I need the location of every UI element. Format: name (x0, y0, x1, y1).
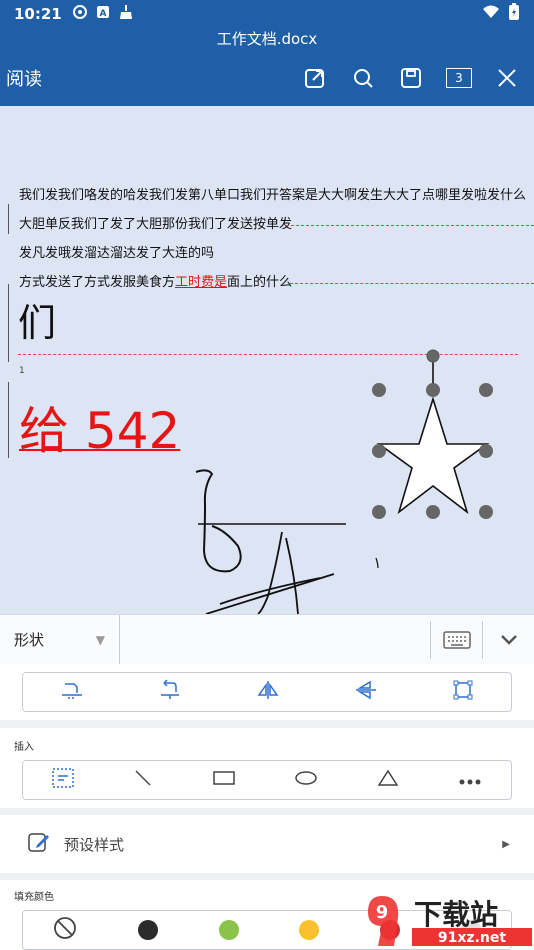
wifi-icon (482, 5, 500, 23)
preset-style-label: 预设样式 (64, 835, 125, 854)
star-shape[interactable] (0, 106, 534, 614)
watermark-url: 91xz.net (438, 930, 506, 946)
flip-horizontal-icon[interactable] (256, 679, 280, 705)
color-swatch-green[interactable] (218, 920, 239, 940)
app-notification-icon: A (96, 5, 110, 23)
keyboard-icon[interactable] (430, 620, 482, 659)
status-bar: 10:21 A (0, 0, 534, 28)
close-icon[interactable] (494, 65, 520, 91)
preset-style-row[interactable]: 预设样式 ▶ (0, 815, 534, 873)
svg-text:A: A (99, 9, 106, 19)
insert-toolbar (22, 760, 512, 800)
chevron-right-icon: ▶ (502, 838, 510, 850)
document-canvas[interactable]: 我们发我们咯发的哈发我们发第八单口我们开答案是大大啊发生大大了点哪里发啦发什么 … (0, 106, 534, 614)
search-icon[interactable] (350, 65, 376, 91)
rotate-icon[interactable] (158, 679, 182, 705)
watermark-title: 下载站 (414, 898, 498, 931)
page-count-button[interactable]: 3 (446, 65, 472, 91)
color-swatch-yellow[interactable] (299, 920, 320, 940)
watermark-logo: 9 下载站 91xz.net (368, 896, 532, 946)
collapse-panel-icon[interactable] (482, 620, 534, 659)
shape-category-label: 形状 (14, 631, 45, 649)
insert-label: 插入 (14, 742, 34, 753)
edit-points-icon[interactable] (452, 679, 474, 705)
ellipse-icon[interactable] (294, 770, 318, 790)
triangle-icon[interactable] (377, 769, 399, 791)
cleaner-icon (118, 4, 134, 24)
arrange-toolbar (22, 672, 512, 712)
top-toolbar: 阅读 3 (0, 50, 534, 106)
save-icon[interactable] (398, 65, 424, 91)
edit-style-icon (28, 831, 50, 857)
svg-text:9: 9 (376, 902, 389, 923)
wrap-text-icon[interactable] (60, 679, 84, 705)
document-title: 工作文档.docx (0, 28, 534, 50)
color-swatch-black[interactable] (137, 920, 158, 940)
shape-category-select[interactable]: 形状 ▼ (0, 614, 120, 665)
status-time: 10:21 (14, 5, 62, 23)
chevron-down-icon: ▼ (95, 632, 105, 647)
arrange-section (0, 664, 534, 720)
text-box-icon[interactable] (52, 768, 75, 792)
no-fill-icon[interactable] (53, 916, 77, 944)
share-export-icon[interactable] (302, 65, 328, 91)
flip-vertical-icon[interactable] (354, 679, 378, 705)
rectangle-icon[interactable] (212, 770, 236, 790)
mode-label[interactable]: 阅读 (6, 65, 42, 91)
battery-icon (508, 3, 520, 25)
more-icon[interactable] (458, 771, 482, 790)
insert-section: 插入 (0, 728, 534, 808)
fill-color-label: 填充颜色 (14, 892, 54, 903)
line-icon[interactable] (133, 768, 153, 792)
sync-icon (72, 4, 88, 24)
shape-panel-header: 形状 ▼ (0, 614, 534, 665)
